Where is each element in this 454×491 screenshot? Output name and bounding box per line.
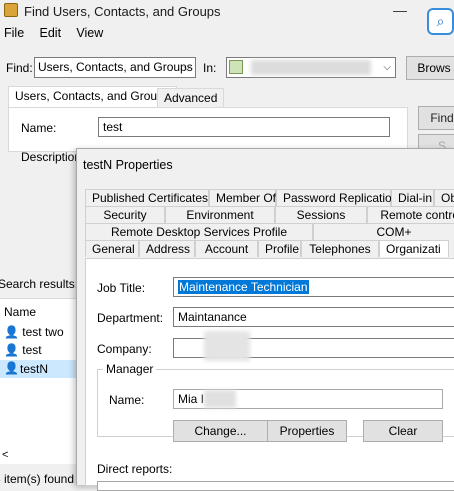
screen-capture-icon[interactable]: ⌕ xyxy=(427,8,454,35)
find-window-title: Find Users, Contacts, and Groups xyxy=(24,4,221,19)
description-label: Description xyxy=(21,150,82,164)
domain-icon xyxy=(229,60,243,74)
user-icon: 👤 xyxy=(4,361,19,375)
search-results-list: Name 👤 test two 👤 test 👤 testN < xyxy=(0,298,76,464)
tab-row-1: Published Certificates Member Of Passwor… xyxy=(85,189,454,206)
find-type-value: Users, Contacts, and Groups xyxy=(38,60,193,74)
find-now-button[interactable]: Find xyxy=(418,106,454,130)
tab-com-plus[interactable]: COM+ xyxy=(313,223,454,240)
tab-users-contacts-groups[interactable]: Users, Contacts, and Groups xyxy=(8,86,177,108)
list-item[interactable]: 👤 test xyxy=(4,343,42,357)
tab-account[interactable]: Account xyxy=(195,240,258,257)
manager-name-label: Name: xyxy=(109,393,145,407)
redacted-manager-surname xyxy=(204,390,236,408)
find-window-icon xyxy=(4,3,18,17)
minimize-button[interactable]: — xyxy=(393,2,407,18)
department-input[interactable]: Maintanance xyxy=(173,307,454,327)
chevron-down-icon: ⌵ xyxy=(183,62,191,73)
organization-tab-panel: Job Title: Maintenance Technician Depart… xyxy=(85,258,454,491)
find-type-select[interactable]: Users, Contacts, and Groups ⌵ xyxy=(34,57,196,78)
tab-password-replication[interactable]: Password Replication xyxy=(276,189,398,206)
in-location-select[interactable]: ⌵ xyxy=(226,57,396,78)
department-label: Department: xyxy=(97,311,164,325)
tab-advanced[interactable]: Advanced xyxy=(157,88,225,108)
menu-edit[interactable]: Edit xyxy=(40,26,62,40)
menu-view[interactable]: View xyxy=(76,26,103,40)
change-manager-button[interactable]: Change... xyxy=(173,420,268,442)
dialog-title: testN Properties xyxy=(83,158,173,172)
results-column-name[interactable]: Name xyxy=(4,305,36,319)
tab-published-certificates[interactable]: Published Certificates xyxy=(85,189,209,206)
in-label: In: xyxy=(203,61,217,75)
tab-row-3: Remote Desktop Services Profile COM+ xyxy=(85,223,454,240)
manager-group-label: Manager xyxy=(103,362,157,376)
tab-member-of[interactable]: Member Of xyxy=(209,189,276,206)
tab-telephones[interactable]: Telephones xyxy=(301,240,379,257)
name-label: Name: xyxy=(21,121,57,135)
list-item-selected[interactable]: 👤 testN xyxy=(0,360,76,378)
search-results-label: Search results: xyxy=(0,277,79,291)
manager-name-value: Mia I xyxy=(178,392,205,406)
result-name: testN xyxy=(20,362,49,376)
scroll-left-icon[interactable]: < xyxy=(2,449,8,461)
tab-row-4: General Address Account Profile Telephon… xyxy=(85,240,449,257)
chevron-down-icon: ⌵ xyxy=(383,62,391,73)
tab-profile[interactable]: Profile xyxy=(258,240,301,257)
clear-manager-button[interactable]: Clear xyxy=(363,420,443,442)
browse-button[interactable]: Brows xyxy=(406,56,454,80)
tab-remote-control[interactable]: Remote control xyxy=(367,206,454,223)
tab-environment[interactable]: Environment xyxy=(165,206,275,223)
properties-dialog: testN Properties Published Certificates … xyxy=(76,148,454,491)
manager-name-field: Mia I xyxy=(173,389,443,409)
company-input[interactable] xyxy=(173,331,454,361)
redacted-company xyxy=(204,331,250,361)
redacted-location xyxy=(251,60,371,75)
tab-object[interactable]: Obj xyxy=(434,189,454,206)
user-icon: 👤 xyxy=(4,325,19,339)
direct-reports-list[interactable] xyxy=(97,481,454,491)
tab-sessions[interactable]: Sessions xyxy=(275,206,367,223)
tab-dial-in[interactable]: Dial-in xyxy=(391,189,434,206)
tab-row-2: Security Environment Sessions Remote con… xyxy=(85,206,454,223)
menu-bar: File Edit View xyxy=(4,26,115,44)
list-item[interactable]: 👤 test two xyxy=(4,325,64,339)
status-bar-text: 3 item(s) found xyxy=(0,472,75,486)
name-search-input[interactable]: test xyxy=(98,117,390,137)
manager-properties-button[interactable]: Properties xyxy=(267,420,347,442)
tab-remote-desktop-services-profile[interactable]: Remote Desktop Services Profile xyxy=(85,223,313,240)
company-label: Company: xyxy=(97,342,152,356)
tab-general[interactable]: General xyxy=(85,240,139,257)
find-window-titlebar: Find Users, Contacts, and Groups — ⌕ xyxy=(0,0,454,35)
find-label: Find: xyxy=(6,61,33,75)
user-icon: 👤 xyxy=(4,343,19,357)
tab-address[interactable]: Address xyxy=(139,240,195,257)
menu-file[interactable]: File xyxy=(4,26,24,40)
direct-reports-label: Direct reports: xyxy=(97,462,173,476)
job-title-input[interactable]: Maintenance Technician xyxy=(173,277,454,297)
job-title-label: Job Title: xyxy=(97,281,146,295)
result-name: test xyxy=(22,343,42,357)
job-title-value: Maintenance Technician xyxy=(178,280,309,294)
tab-security[interactable]: Security xyxy=(85,206,165,223)
result-name: test two xyxy=(22,325,64,339)
tab-organization[interactable]: Organizati xyxy=(379,240,449,257)
